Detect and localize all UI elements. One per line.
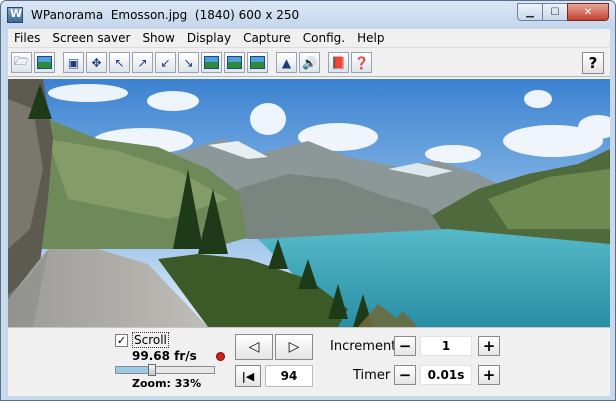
scene-2-icon[interactable]: [224, 52, 245, 73]
picture-icon[interactable]: [34, 52, 55, 73]
help-page-icon[interactable]: ❓: [351, 52, 372, 73]
book-icon[interactable]: 📕: [328, 52, 349, 73]
app-icon[interactable]: [7, 6, 23, 23]
increment-field[interactable]: 1: [420, 336, 472, 356]
position-field[interactable]: 94: [265, 365, 313, 387]
increment-label: Increment: [330, 339, 397, 354]
increment-minus-button[interactable]: −: [394, 336, 416, 356]
move-up-left-icon[interactable]: ↖: [109, 52, 130, 73]
close-button[interactable]: ✕: [567, 3, 609, 21]
maximize-button[interactable]: ☐: [542, 3, 568, 21]
scene-3-icon[interactable]: [247, 52, 268, 73]
timer-label: Timer: [353, 368, 391, 383]
title-bar[interactable]: WPanorama Emosson.jpg (1840) 600 x 250 ▁…: [1, 1, 615, 28]
sound-icon[interactable]: 🔊: [299, 52, 320, 73]
scene-1-icon[interactable]: [201, 52, 222, 73]
menu-config[interactable]: Config.: [297, 29, 351, 48]
fit-icon[interactable]: ▣: [63, 52, 84, 73]
menu-screen-saver[interactable]: Screen saver: [46, 29, 136, 48]
toolbar: 🗁 ▣ ✥ ↖ ↗ ↙ ↘ ▲ 🔊 📕 ❓ ?: [8, 49, 610, 77]
menu-capture[interactable]: Capture: [237, 29, 297, 48]
speed-indicator-icon: [216, 352, 225, 361]
timer-plus-button[interactable]: +: [478, 365, 500, 385]
timer-minus-button[interactable]: −: [394, 365, 416, 385]
menu-bar: Files Screen saver Show Display Capture …: [8, 29, 610, 48]
window-controls: ▁ ☐ ✕: [517, 3, 609, 21]
move-down-right-icon[interactable]: ↘: [178, 52, 199, 73]
control-panel: ✓ Scroll 99.68 fr/s Zoom: 33% ◁ ▷ |◀ 94 …: [8, 327, 610, 396]
minimize-button[interactable]: ▁: [517, 3, 543, 21]
timer-field[interactable]: 0.01s: [420, 365, 472, 385]
increment-plus-button[interactable]: +: [478, 336, 500, 356]
zoom-slider-fill: [116, 367, 148, 373]
app-window: WPanorama Emosson.jpg (1840) 600 x 250 ▁…: [0, 0, 616, 401]
zoom-slider[interactable]: [115, 364, 215, 376]
zoom-slider-thumb[interactable]: [148, 364, 156, 376]
help-button[interactable]: ?: [582, 52, 604, 74]
menu-help[interactable]: Help: [351, 29, 390, 48]
next-button[interactable]: ▷: [275, 334, 313, 360]
zoom-label: Zoom: 33%: [132, 377, 202, 390]
previous-button[interactable]: ◁: [235, 334, 273, 360]
menu-files[interactable]: Files: [8, 29, 46, 48]
scroll-label[interactable]: Scroll: [132, 332, 169, 348]
scroll-checkbox[interactable]: ✓: [115, 334, 128, 347]
menu-show[interactable]: Show: [136, 29, 180, 48]
panorama-view[interactable]: [8, 79, 610, 327]
tree-icon[interactable]: ▲: [276, 52, 297, 73]
panorama-image: [8, 79, 610, 327]
move-left-down-icon[interactable]: ↙: [155, 52, 176, 73]
menu-display[interactable]: Display: [181, 29, 237, 48]
client-area: Files Screen saver Show Display Capture …: [8, 29, 610, 396]
window-title: WPanorama Emosson.jpg (1840) 600 x 250: [31, 7, 300, 22]
move-right-up-icon[interactable]: ↗: [132, 52, 153, 73]
center-icon[interactable]: ✥: [86, 52, 107, 73]
open-icon[interactable]: 🗁: [11, 52, 32, 73]
first-frame-button[interactable]: |◀: [235, 365, 261, 387]
speed-readout: 99.68 fr/s: [132, 349, 197, 363]
